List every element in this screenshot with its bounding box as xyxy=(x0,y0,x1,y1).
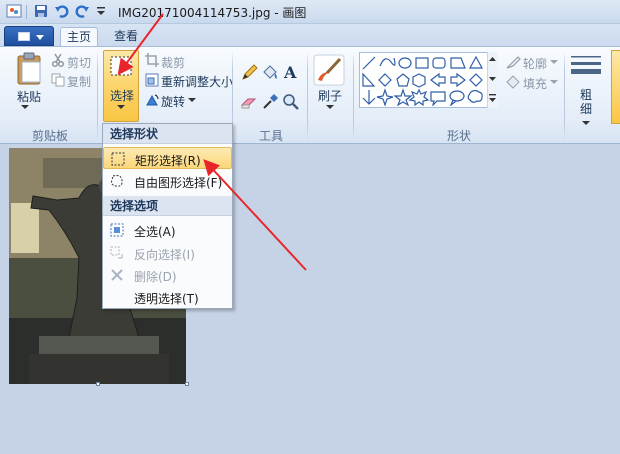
select-all-label: 全选(A) xyxy=(134,225,176,239)
free-select-label: 自由图形选择(F) xyxy=(134,176,223,190)
resize-handle-corner[interactable] xyxy=(185,382,189,386)
menu-item-select-all[interactable]: 全选(A) xyxy=(103,219,232,241)
crop-label[interactable]: 裁剪 xyxy=(161,54,185,71)
fill-icon[interactable] xyxy=(505,74,521,90)
separator xyxy=(353,51,354,141)
color-picker-icon[interactable] xyxy=(261,93,279,111)
fill-bucket-icon[interactable] xyxy=(261,64,279,82)
redo-icon[interactable] xyxy=(74,3,90,19)
rotate-dropdown-icon[interactable] xyxy=(188,97,196,103)
magnifier-icon[interactable] xyxy=(282,93,300,111)
copy-icon[interactable] xyxy=(51,73,65,87)
paint-app-icon xyxy=(6,4,22,18)
svg-text:A: A xyxy=(283,63,297,81)
invert-label: 反向选择(I) xyxy=(134,248,195,262)
brush-icon[interactable] xyxy=(313,54,345,86)
select-shape-header: 选择形状 xyxy=(103,124,232,144)
app-menu-button[interactable] xyxy=(4,26,54,46)
separator xyxy=(97,51,98,141)
select-dropdown-icon[interactable] xyxy=(116,104,126,110)
rect-select-label: 矩形选择(R) xyxy=(135,154,201,168)
rotate-label[interactable]: 旋转 xyxy=(161,93,185,110)
size-label[interactable]: 粗 细 xyxy=(580,88,592,116)
customize-qat-icon[interactable] xyxy=(93,3,109,19)
menu-item-free-form-selection[interactable]: 自由图形选择(F) xyxy=(103,170,232,192)
pencil-icon[interactable] xyxy=(240,64,258,82)
cut-label[interactable]: 剪切 xyxy=(67,54,91,71)
delete-icon xyxy=(111,269,123,281)
outline-icon[interactable] xyxy=(505,55,521,71)
eraser-icon[interactable] xyxy=(240,93,258,111)
shapes-gallery-icons[interactable] xyxy=(361,54,485,106)
size-dropdown-icon[interactable] xyxy=(582,120,590,126)
free-form-selection-icon xyxy=(111,175,123,187)
clipboard-group-label: 剪贴板 xyxy=(32,129,69,143)
menu-item-transparent-selection[interactable]: 透明选择(T) xyxy=(103,286,232,308)
tab-view[interactable]: 查看 xyxy=(106,27,146,47)
outline-dropdown-icon[interactable] xyxy=(550,59,558,65)
size-icon[interactable] xyxy=(571,54,601,78)
rotate-icon[interactable] xyxy=(145,93,159,107)
text-icon[interactable]: A xyxy=(282,63,300,81)
resize-label[interactable]: 重新调整大小 xyxy=(161,73,233,90)
tab-home[interactable]: 主页 xyxy=(60,27,98,47)
select-all-icon xyxy=(110,223,124,237)
menu-item-delete[interactable]: 删除(D) xyxy=(103,264,232,286)
separator xyxy=(307,51,308,141)
menu-item-invert-selection[interactable]: 反向选择(I) xyxy=(103,242,232,264)
resize-icon[interactable] xyxy=(145,73,159,87)
crop-icon[interactable] xyxy=(145,53,159,67)
outline-label[interactable]: 轮廓 xyxy=(523,55,547,72)
window-title: IMG20171004114753.jpg - 画图 xyxy=(118,6,307,20)
paste-icon[interactable] xyxy=(15,52,45,86)
fill-label[interactable]: 填充 xyxy=(523,75,547,92)
invert-selection-icon xyxy=(110,246,123,259)
paste-label[interactable]: 粘贴 xyxy=(17,88,41,105)
gallery-scroll-arrows-icon[interactable] xyxy=(488,55,497,105)
resize-handle-bottom[interactable] xyxy=(96,382,100,386)
brushes-label[interactable]: 刷子 xyxy=(318,87,342,104)
rectangle-selection-icon xyxy=(111,152,125,166)
save-icon[interactable] xyxy=(33,3,49,19)
shapes-group-label: 形状 xyxy=(447,129,472,143)
cut-icon[interactable] xyxy=(51,53,65,67)
delete-label: 删除(D) xyxy=(134,270,177,284)
transparent-label: 透明选择(T) xyxy=(134,292,199,306)
brushes-dropdown-icon[interactable] xyxy=(326,104,334,110)
tools-group-label: 工具 xyxy=(259,129,284,143)
paste-dropdown-icon[interactable] xyxy=(20,104,30,110)
fill-dropdown-icon[interactable] xyxy=(550,79,558,85)
menu-item-rectangular-selection[interactable]: 矩形选择(R) xyxy=(103,147,232,169)
copy-label[interactable]: 复制 xyxy=(67,73,91,90)
color-swatch-edge[interactable] xyxy=(611,50,620,124)
separator xyxy=(564,51,565,141)
select-label: 选择 xyxy=(110,89,135,103)
undo-icon[interactable] xyxy=(54,3,70,19)
select-options-header: 选择选项 xyxy=(103,196,232,216)
select-rectangle-icon xyxy=(110,56,132,76)
